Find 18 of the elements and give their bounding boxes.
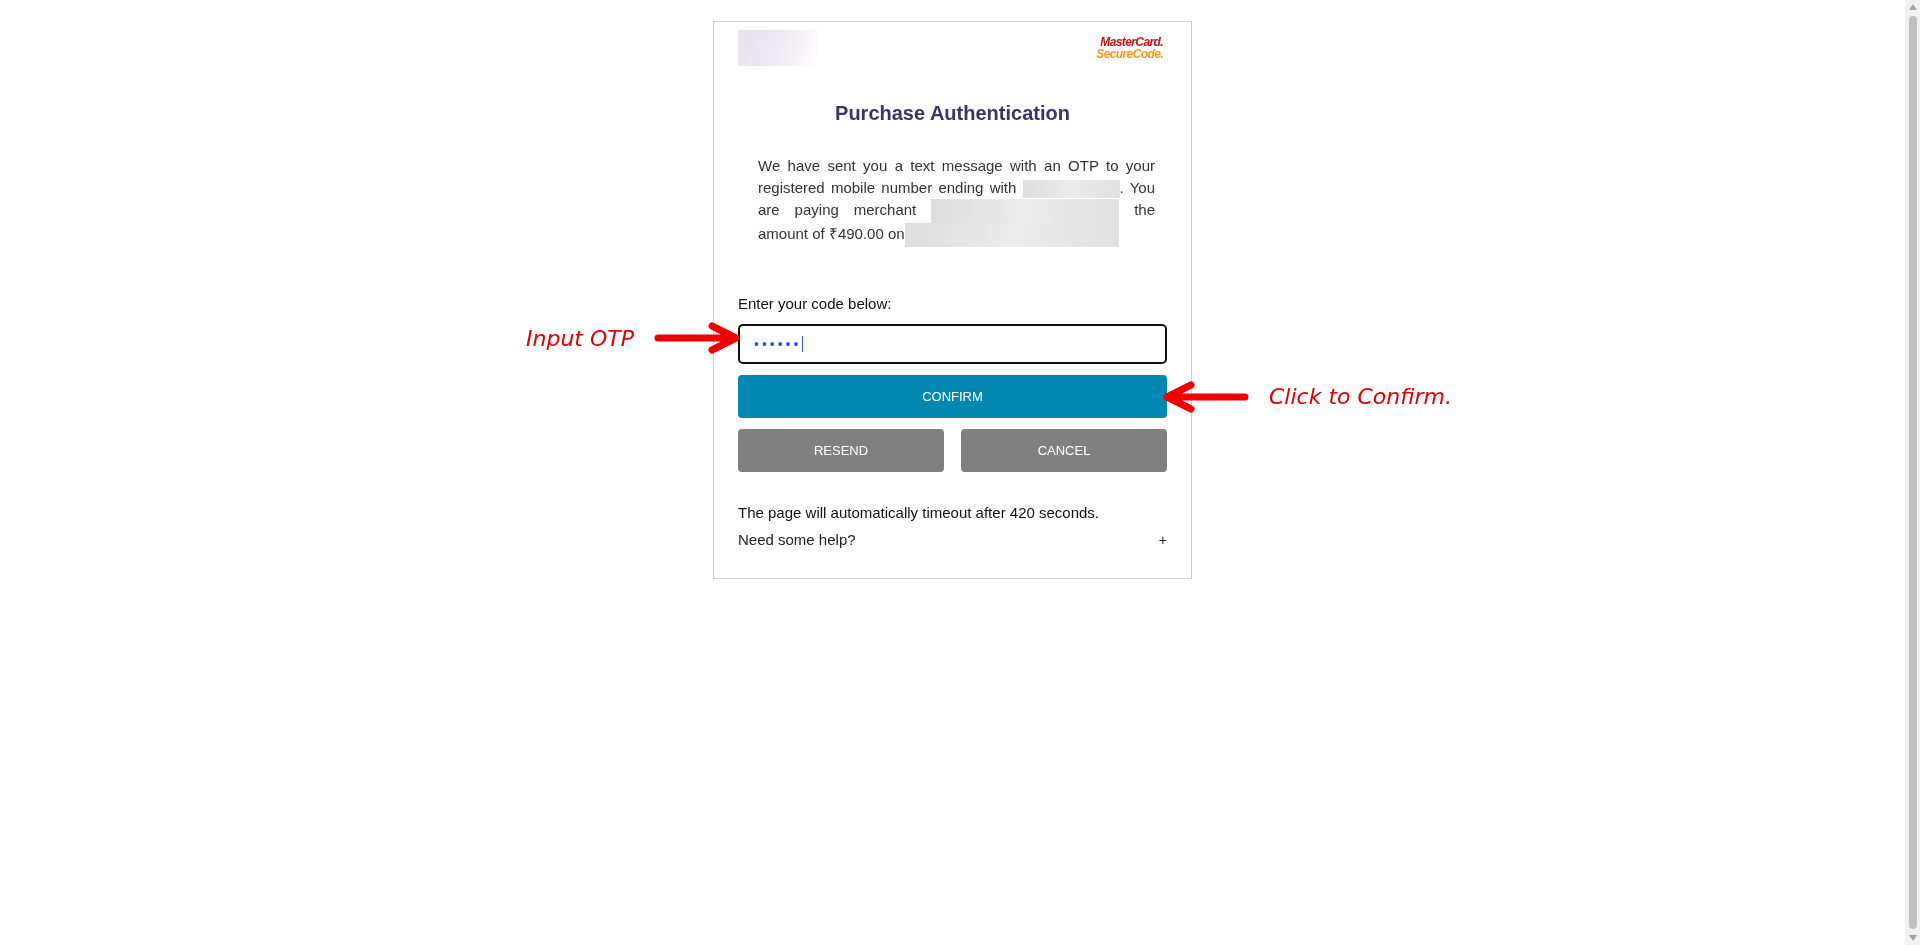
code-input-field[interactable]: •••••• [738,324,1167,365]
resend-button[interactable]: RESEND [738,429,944,473]
cancel-button[interactable]: CANCEL [961,429,1167,473]
confirm-button[interactable]: CONFIRM [738,375,1167,419]
page-title: Purchase Authentication [834,102,1071,125]
message-text: We have sent you a text message with an OTP to your registered mobile number ending with . You are paying merchant the amount of ₹490.00 on [758,155,1155,248]
annotation-text: Click to Confirm. [1269,384,1452,410]
timeout-text: The page will automatically timeout after 420 seconds. [738,504,1101,522]
scroll-down-icon[interactable] [1908,935,1917,941]
arrow-icon [1161,380,1251,413]
scroll-up-icon[interactable] [1908,4,1917,10]
code-label: Enter your code below: [738,295,893,313]
mastercard-securecode-logo: MasterCard. SecureCode. [1096,36,1163,60]
help-link[interactable]: Need some help? [738,531,856,549]
scrollbar[interactable] [1905,0,1920,945]
annotation-text: Input OTP [526,325,634,351]
expand-toggle[interactable]: + [1158,531,1167,548]
arrow-icon [652,322,742,355]
